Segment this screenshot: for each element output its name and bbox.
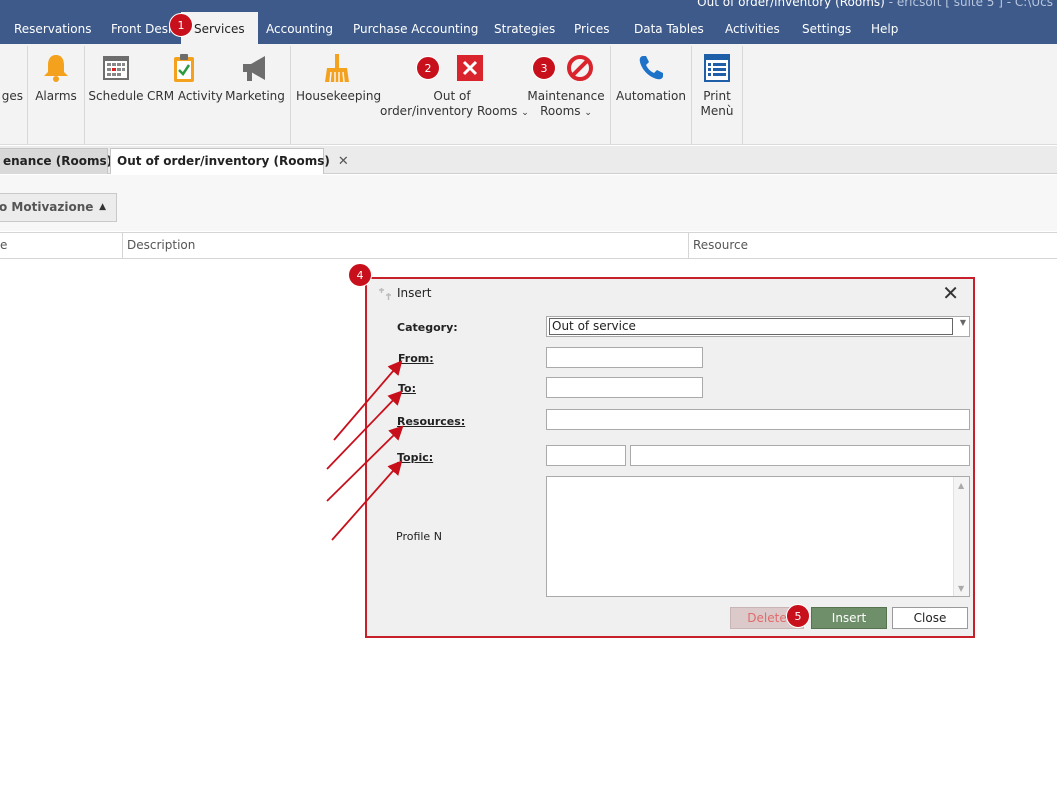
close-icon[interactable]: ✕ (942, 281, 959, 305)
resources-label: Resources: (397, 415, 466, 428)
step-badge-5: 5 (786, 604, 810, 628)
resources-input[interactable] (546, 409, 970, 430)
partial-icon (0, 52, 16, 84)
grid-header: e Description Resource (0, 232, 1057, 259)
from-label: From: (398, 352, 434, 365)
profile-notes-label: Profile N (396, 530, 442, 543)
phone-icon (639, 56, 663, 80)
column-header-resource[interactable]: Resource (689, 233, 1057, 258)
housekeeping-button[interactable]: Housekeeping (296, 44, 381, 144)
step-badge-2: 2 (416, 56, 440, 80)
marketing-button[interactable]: Marketing (224, 44, 286, 144)
alarms-button[interactable]: Alarms (30, 44, 82, 144)
doc-tab-out-of-order-rooms[interactable]: Out of order/inventory (Rooms) ✕ (110, 148, 349, 174)
column-header-type[interactable]: e (0, 233, 123, 258)
ribbon-separator (691, 46, 692, 144)
megaphone-icon (243, 56, 265, 81)
to-date-input[interactable] (546, 377, 703, 398)
menu-list-icon (704, 54, 730, 82)
close-tab-icon[interactable]: ✕ (338, 154, 349, 169)
tab-strategies[interactable]: Strategies (494, 12, 555, 44)
category-select[interactable]: Out of service ▼ (546, 316, 970, 337)
tab-purchase-accounting[interactable]: Purchase Accounting (353, 12, 478, 44)
broom-icon (325, 54, 349, 83)
to-label: To: (398, 382, 416, 395)
step-badge-1: 1 (169, 13, 193, 37)
step-badge-4: 4 (348, 263, 372, 287)
ribbon-separator (742, 46, 743, 144)
ribbon-partial-button[interactable]: ges (0, 44, 23, 144)
document-tabs: enance (Rooms) Out of order/inventory (R… (0, 146, 1057, 174)
category-value: Out of service (549, 318, 953, 335)
ribbon: ges Alarms Schedule CRM Activity Marketi… (0, 44, 1057, 145)
dialog-title: Insert (397, 286, 432, 300)
profile-notes-textarea[interactable]: ▲ ▼ (546, 476, 970, 597)
no-entry-icon (567, 55, 593, 81)
schedule-button[interactable]: Schedule (88, 44, 144, 144)
close-button[interactable]: Close (892, 607, 968, 629)
topic-description-input[interactable] (630, 445, 970, 466)
topic-label: Topic: (397, 451, 434, 464)
window-titlebar: Out of order/inventory (Rooms) - ericsof… (0, 0, 1057, 12)
ribbon-separator (27, 46, 28, 144)
filter-toolbar (0, 175, 1057, 231)
clipboard-check-icon (174, 54, 194, 82)
group-by-motivazione-button[interactable]: o Motivazione ▲ (0, 193, 117, 222)
main-menu-bar: Reservations Front Desk Services Account… (0, 12, 1057, 44)
chevron-down-icon: ⌄ (584, 108, 592, 118)
chevron-down-icon: ▼ (959, 318, 966, 327)
chevron-up-icon: ▲ (99, 202, 106, 212)
calendar-icon (103, 56, 129, 80)
ribbon-separator (84, 46, 85, 144)
tab-settings[interactable]: Settings (802, 12, 851, 44)
tab-prices[interactable]: Prices (574, 12, 610, 44)
insert-dialog: Insert ✕ Category: Out of service ▼ From… (365, 277, 975, 638)
ribbon-separator (610, 46, 611, 144)
window-title: Out of order/inventory (Rooms) - ericsof… (697, 0, 1053, 9)
automation-button[interactable]: Automation (615, 44, 687, 144)
from-date-input[interactable] (546, 347, 703, 368)
doc-tab-maintenance-rooms[interactable]: enance (Rooms) (0, 148, 112, 174)
app-icon (379, 288, 391, 300)
category-label: Category: (397, 321, 458, 334)
tab-help[interactable]: Help (871, 12, 898, 44)
tab-reservations[interactable]: Reservations (14, 12, 91, 44)
tab-activities[interactable]: Activities (725, 12, 780, 44)
tab-front-desk[interactable]: Front Desk (111, 12, 175, 44)
insert-button[interactable]: Insert (811, 607, 887, 629)
topic-code-input[interactable] (546, 445, 626, 466)
scroll-up-icon[interactable]: ▲ (958, 481, 964, 490)
step-badge-3: 3 (532, 56, 556, 80)
textarea-scrollbar[interactable]: ▲ ▼ (953, 477, 969, 596)
tab-data-tables[interactable]: Data Tables (634, 12, 704, 44)
column-header-description[interactable]: Description (123, 233, 689, 258)
out-of-order-rooms-button[interactable]: Out of order/inventory Rooms ⌄ (380, 44, 529, 144)
print-menu-button[interactable]: Print Menù (694, 44, 740, 144)
crm-activity-button[interactable]: CRM Activity (147, 44, 223, 144)
scroll-down-icon[interactable]: ▼ (958, 584, 964, 593)
ribbon-separator (290, 46, 291, 144)
bell-icon (44, 55, 68, 82)
tab-accounting[interactable]: Accounting (266, 12, 333, 44)
red-x-icon (457, 55, 483, 81)
